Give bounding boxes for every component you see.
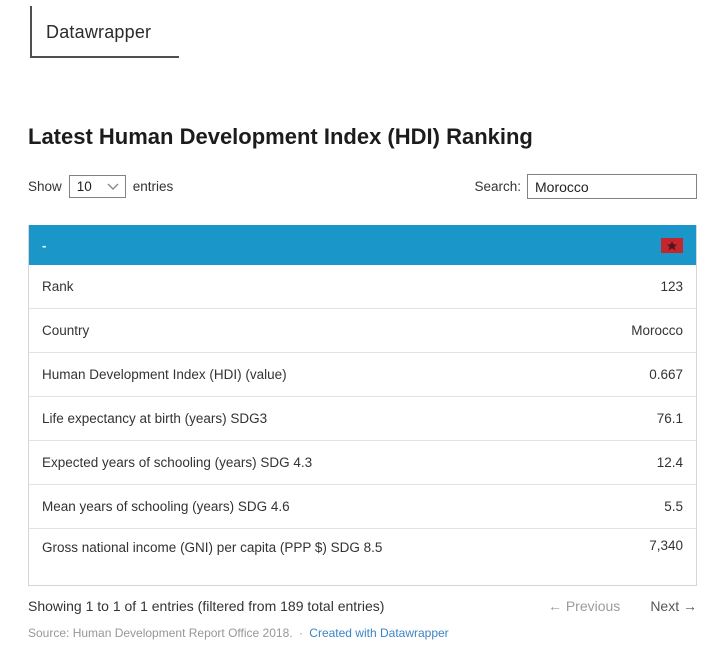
page-title: Latest Human Development Index (HDI) Ran…	[28, 124, 697, 150]
hdi-table: - Rank 123 Country Morocco Human Develop…	[28, 225, 697, 586]
datawrapper-logo[interactable]: Datawrapper	[30, 6, 179, 58]
row-label: Country	[42, 321, 89, 341]
row-value: Morocco	[631, 323, 683, 338]
search-label: Search:	[474, 179, 521, 194]
row-label: Rank	[42, 277, 74, 297]
row-label: Life expectancy at birth (years) SDG3	[42, 409, 267, 429]
search-group: Search:	[474, 174, 697, 199]
source-line: Source: Human Development Report Office …	[28, 626, 697, 640]
source-separator: ·	[299, 626, 303, 640]
row-value: 0.667	[649, 367, 683, 382]
table-row: Expected years of schooling (years) SDG …	[29, 441, 696, 485]
show-entries-value: 10	[77, 179, 92, 194]
table-row: Mean years of schooling (years) SDG 4.6 …	[29, 485, 696, 529]
row-label: Human Development Index (HDI) (value)	[42, 365, 287, 385]
row-label: Expected years of schooling (years) SDG …	[42, 453, 312, 473]
showing-entries-text: Showing 1 to 1 of 1 entries (filtered fr…	[28, 598, 384, 614]
table-footer: Showing 1 to 1 of 1 entries (filtered fr…	[28, 598, 697, 614]
show-entries-group: Show 10 entries	[28, 175, 173, 198]
source-text: Source: Human Development Report Office …	[28, 626, 293, 640]
table-row: Human Development Index (HDI) (value) 0.…	[29, 353, 696, 397]
table-header-row[interactable]: -	[29, 225, 696, 265]
table-row: Gross national income (GNI) per capita (…	[29, 529, 696, 585]
entries-label: entries	[133, 179, 174, 194]
next-button[interactable]: Next →	[650, 598, 697, 614]
row-value: 12.4	[657, 455, 683, 470]
created-with-datawrapper-link[interactable]: Created with Datawrapper	[309, 626, 448, 640]
table-row: Life expectancy at birth (years) SDG3 76…	[29, 397, 696, 441]
row-value: 7,340	[649, 538, 683, 553]
table-row: Country Morocco	[29, 309, 696, 353]
chevron-down-icon	[107, 183, 119, 190]
morocco-flag-icon[interactable]	[661, 238, 683, 253]
row-value: 123	[660, 279, 683, 294]
row-label: Gross national income (GNI) per capita (…	[42, 538, 382, 558]
row-value: 76.1	[657, 411, 683, 426]
row-label: Mean years of schooling (years) SDG 4.6	[42, 497, 290, 517]
show-label: Show	[28, 179, 62, 194]
header-sort-cell[interactable]: -	[42, 239, 46, 252]
row-value: 5.5	[664, 499, 683, 514]
widget-body: Latest Human Development Index (HDI) Ran…	[28, 124, 697, 640]
table-row: Rank 123	[29, 265, 696, 309]
show-entries-select[interactable]: 10	[69, 175, 126, 198]
search-input[interactable]	[527, 174, 697, 199]
table-controls: Show 10 entries Search:	[28, 174, 697, 199]
previous-button[interactable]: ← Previous	[548, 598, 620, 614]
pagination: ← Previous Next →	[548, 598, 697, 614]
